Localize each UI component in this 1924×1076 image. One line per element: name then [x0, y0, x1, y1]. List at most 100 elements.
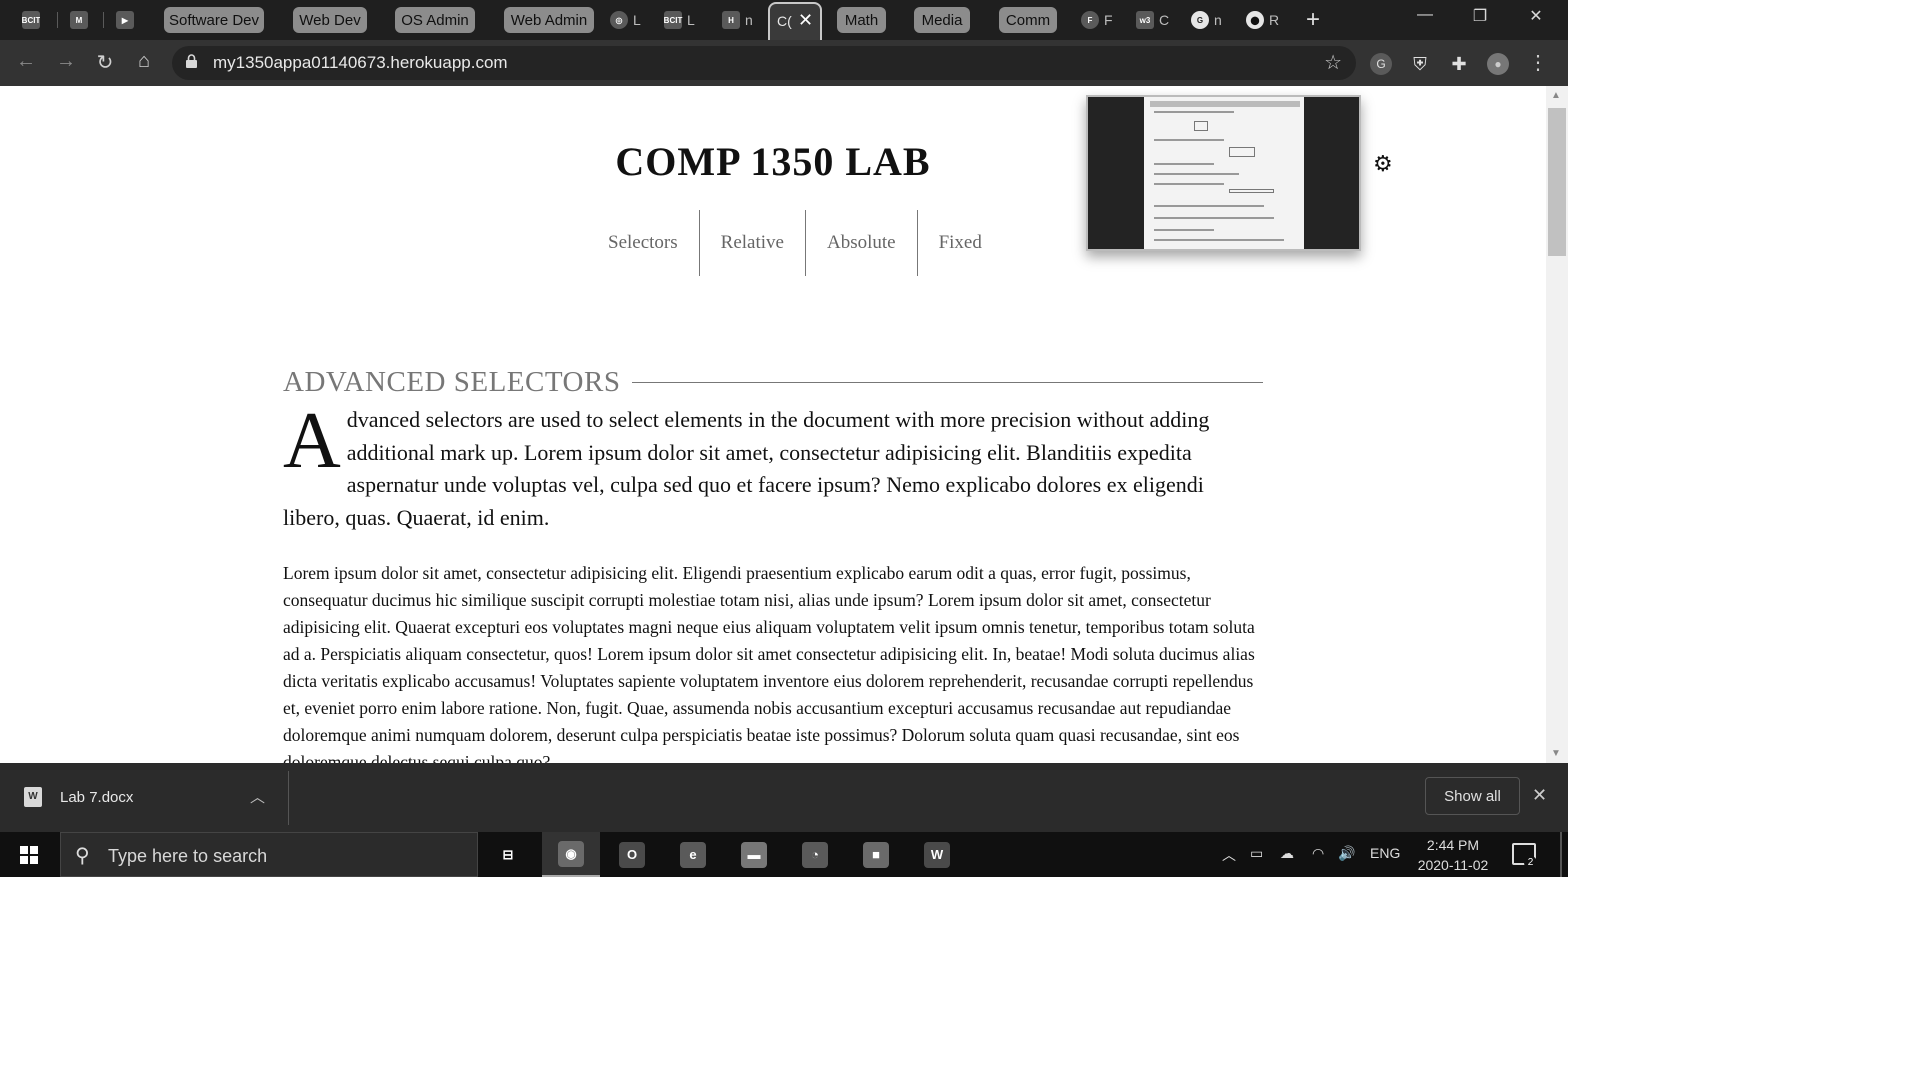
- taskbar-clock[interactable]: 2:44 PM 2020-11-02: [1412, 835, 1494, 875]
- bookmark-star-icon[interactable]: ☆: [1324, 50, 1342, 75]
- grammarly-ext-icon[interactable]: G: [1370, 53, 1392, 75]
- zoom-icon: ■: [863, 841, 889, 868]
- battery-icon[interactable]: ▭: [1250, 845, 1263, 862]
- tray-chevron-icon[interactable]: ︿: [1222, 845, 1236, 865]
- close-tab-icon[interactable]: ✕: [798, 10, 813, 31]
- web-page: COMP 1350 LAB Selectors Relative Absolut…: [0, 86, 1546, 763]
- lead-text: dvanced selectors are used to select ele…: [283, 407, 1210, 530]
- bcit-icon: BCIT: [22, 11, 40, 29]
- outlook-taskbar-button[interactable]: O: [603, 832, 661, 877]
- word-taskbar-button[interactable]: W: [908, 832, 966, 877]
- discord-icon: ◔: [802, 841, 828, 868]
- gmail-icon: M: [70, 11, 88, 29]
- edge-taskbar-button[interactable]: e: [664, 832, 722, 877]
- search-placeholder: Type here to search: [108, 846, 268, 866]
- scroll-down-arrow-icon[interactable]: ▼: [1551, 748, 1561, 759]
- tab-title: n: [745, 12, 753, 28]
- tab-title: L: [633, 12, 641, 28]
- browser-toolbar: ← → ↻ ⌂ my1350appa01140673.herokuapp.com…: [0, 40, 1568, 86]
- tab-group-media[interactable]: Media: [914, 7, 970, 33]
- show-all-button[interactable]: Show all: [1425, 777, 1520, 815]
- task-view-taskbar-button[interactable]: ⊟: [479, 832, 537, 877]
- zoom-taskbar-button[interactable]: ■: [847, 832, 905, 877]
- tab-gmail[interactable]: M: [70, 4, 88, 36]
- taskbar-search-input[interactable]: ⚲ Type here to search: [60, 832, 478, 877]
- page-scrollbar[interactable]: ▲ ▼: [1546, 86, 1568, 763]
- show-desktop-button[interactable]: [1560, 832, 1562, 877]
- tab-heroku[interactable]: H n: [722, 4, 753, 36]
- nav-link-relative[interactable]: Relative: [700, 210, 806, 276]
- chrome-taskbar-button[interactable]: ◉: [542, 832, 600, 877]
- windows-taskbar: ⚲ Type here to search ⊟ ◉ Oe ▬ ◔ ■ W ︿ ▭ ☁ ◠ 🔊…: [0, 832, 1568, 877]
- chevron-up-icon[interactable]: ︿: [250, 786, 265, 807]
- tab-w3schools[interactable]: w3 C: [1136, 4, 1169, 36]
- nav-link-selectors[interactable]: Selectors: [587, 210, 700, 276]
- tab-title: L: [687, 12, 695, 28]
- tab-group-web-dev[interactable]: Web Dev: [293, 7, 367, 33]
- home-button[interactable]: ⌂: [132, 50, 156, 73]
- menu-kebab-icon[interactable]: ⋮: [1526, 50, 1550, 75]
- tab-title: n: [1214, 12, 1222, 28]
- edge-icon: e: [680, 841, 706, 868]
- tab-group-web-admin[interactable]: Web Admin: [504, 7, 594, 33]
- advanced-selectors-section: ADVANCED SELECTORS Advanced selectors ar…: [283, 366, 1263, 763]
- minimize-button[interactable]: —: [1413, 6, 1437, 24]
- lead-paragraph: Advanced selectors are used to select el…: [283, 401, 1263, 534]
- chrome-icon: ◉: [558, 840, 584, 867]
- word-document-icon: W: [24, 787, 42, 807]
- section-heading: ADVANCED SELECTORS: [283, 366, 621, 398]
- file-explorer-taskbar-button[interactable]: ▬: [725, 832, 783, 877]
- globe-icon: ◎: [610, 11, 628, 29]
- tab-title: F: [1104, 12, 1113, 28]
- tab-grammarly[interactable]: G n: [1191, 4, 1222, 36]
- onedrive-cloud-icon[interactable]: ☁: [1280, 845, 1294, 862]
- address-bar[interactable]: my1350appa01140673.herokuapp.com ☆: [172, 46, 1356, 80]
- tab-github[interactable]: ⬤ R: [1246, 4, 1279, 36]
- language-indicator[interactable]: ENG: [1370, 845, 1400, 861]
- site-nav: Selectors Relative Absolute Fixed: [587, 210, 1003, 276]
- download-divider: [288, 771, 289, 825]
- wifi-icon[interactable]: ◠: [1312, 845, 1324, 862]
- tab-group-os-admin[interactable]: OS Admin: [395, 7, 475, 33]
- tab-bcit-learn[interactable]: BCIT L: [664, 4, 695, 36]
- shield-ext-icon[interactable]: ⛨: [1409, 53, 1431, 75]
- scroll-up-arrow-icon[interactable]: ▲: [1551, 90, 1561, 101]
- tab-title: R: [1269, 12, 1280, 28]
- tab-youtube[interactable]: ▶: [116, 4, 134, 36]
- tab-group-comm[interactable]: Comm: [999, 7, 1057, 33]
- scrollbar-thumb[interactable]: [1548, 108, 1566, 256]
- tab-group-math[interactable]: Math: [837, 7, 886, 33]
- gear-icon[interactable]: ⚙: [1373, 152, 1393, 177]
- close-downloads-icon[interactable]: ✕: [1532, 785, 1547, 806]
- floating-preview-thumbnail[interactable]: [1086, 95, 1361, 251]
- active-tab[interactable]: C( ✕: [768, 2, 822, 42]
- file-explorer-icon: ▬: [741, 841, 767, 868]
- clock-time: 2:44 PM: [1426, 837, 1480, 853]
- profile-avatar-icon[interactable]: ●: [1487, 53, 1509, 75]
- forward-button[interactable]: →: [54, 50, 78, 73]
- nav-link-absolute[interactable]: Absolute: [806, 210, 918, 276]
- heading-rule: [632, 382, 1263, 383]
- nav-link-fixed[interactable]: Fixed: [918, 210, 1003, 276]
- tab-separator: [57, 12, 58, 28]
- close-window-button[interactable]: ✕: [1524, 6, 1548, 26]
- clock-date: 2020-11-02: [1417, 857, 1489, 873]
- tab-globe[interactable]: ◎ L: [610, 4, 641, 36]
- github-icon: ⬤: [1246, 11, 1264, 29]
- download-item[interactable]: W Lab 7.docx ︿: [14, 778, 286, 818]
- tab-group-software-dev[interactable]: Software Dev: [164, 7, 264, 33]
- restore-button[interactable]: ❐: [1468, 6, 1492, 26]
- tab-strip: BCIT M ▶ Software Dev Web Dev OS Admin W…: [0, 0, 1568, 42]
- puzzle-ext-icon[interactable]: ✚: [1448, 53, 1470, 75]
- windows-start-icon[interactable]: [20, 846, 38, 864]
- grammarly-icon: G: [1191, 11, 1209, 29]
- section-heading-row: ADVANCED SELECTORS: [283, 366, 1263, 399]
- reload-button[interactable]: ↻: [93, 50, 117, 75]
- new-tab-button[interactable]: +: [1306, 6, 1320, 34]
- tab-f[interactable]: F F: [1081, 4, 1113, 36]
- volume-icon[interactable]: 🔊: [1338, 845, 1355, 862]
- tab-bcit[interactable]: BCIT: [22, 4, 40, 36]
- body-paragraph: Lorem ipsum dolor sit amet, consectetur …: [283, 563, 1255, 763]
- discord-taskbar-button[interactable]: ◔: [786, 832, 844, 877]
- back-button[interactable]: ←: [14, 50, 38, 73]
